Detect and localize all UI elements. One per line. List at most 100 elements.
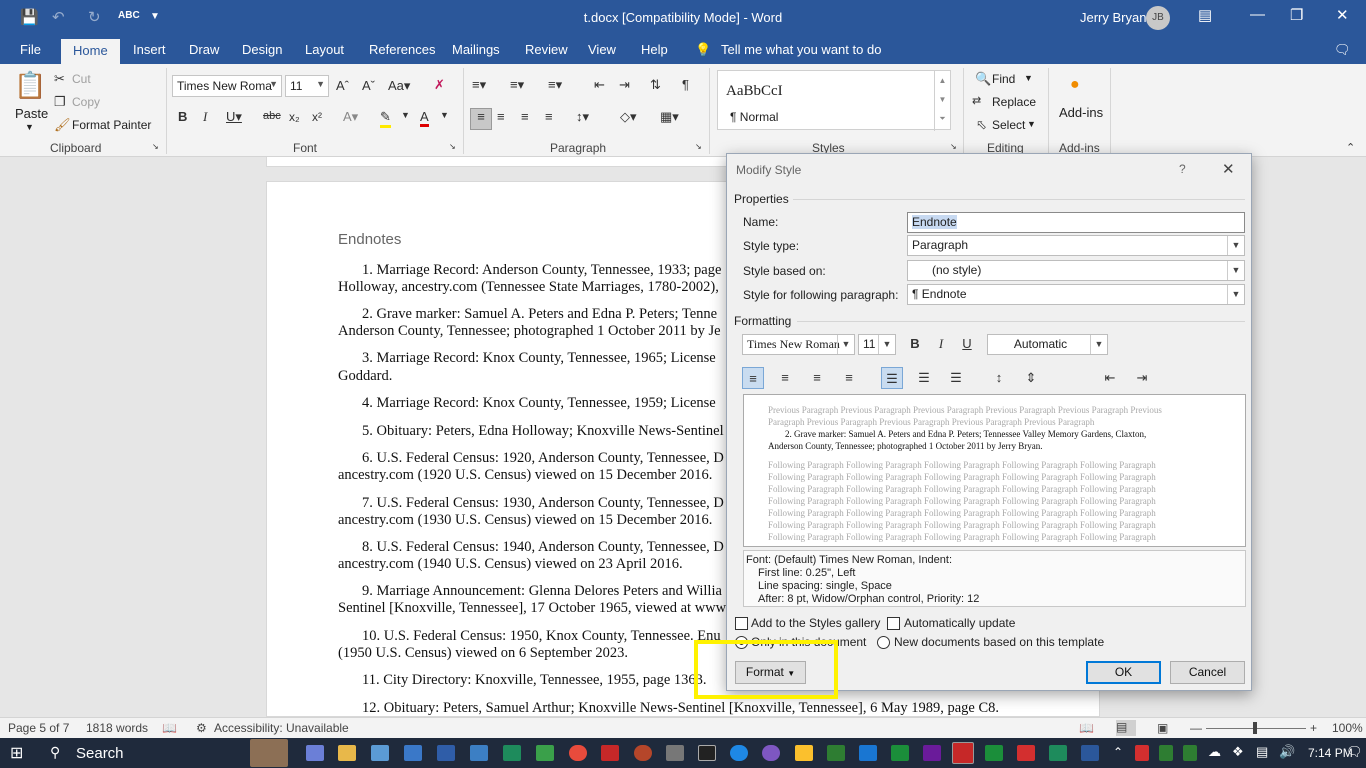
taskbar-app-icon[interactable] (404, 745, 422, 761)
tab-review[interactable]: Review (525, 42, 568, 57)
style-sample[interactable]: AaBbCcI (726, 83, 783, 100)
tab-references[interactable]: References (369, 42, 435, 57)
visual-studio-icon[interactable] (923, 745, 941, 761)
add-to-gallery-label[interactable]: Add to the Styles gallery (751, 616, 880, 630)
highlight-icon[interactable]: ✎ (380, 109, 391, 128)
print-layout-icon[interactable]: ▤ (1116, 720, 1136, 736)
font-name-combo[interactable]: Times New Roma ▼ (172, 75, 282, 97)
style-type-select[interactable]: Paragraph ▼ (907, 235, 1245, 256)
taskbar-app-icon[interactable] (666, 745, 684, 761)
align-right-icon[interactable]: ≡ (521, 109, 529, 124)
tray-icon[interactable] (1135, 745, 1149, 761)
grow-font-icon[interactable]: Aˆ (336, 78, 349, 93)
taskbar-app-icon[interactable] (470, 745, 488, 761)
name-field[interactable]: Endnote (907, 212, 1245, 233)
align-right-button[interactable]: ≡ (806, 367, 828, 389)
proofing-icon[interactable]: 📖 (162, 721, 177, 735)
paste-dropdown-icon[interactable]: ▼ (25, 122, 34, 132)
taskbar-app-icon[interactable] (795, 745, 813, 761)
font-color-dropdown-icon[interactable]: ▼ (440, 110, 449, 120)
copy-button[interactable]: Copy (72, 95, 100, 109)
word-count[interactable]: 1818 words (86, 721, 148, 735)
decrease-indent-icon[interactable]: ⇤ (594, 77, 605, 93)
taskbar-app-icon[interactable] (1017, 745, 1035, 761)
accessibility-status[interactable]: Accessibility: Unavailable (214, 721, 349, 735)
taskbar-app-icon[interactable] (952, 742, 974, 764)
search-icon[interactable]: ⚲ (50, 744, 60, 761)
user-name[interactable]: Jerry Bryan (1080, 10, 1146, 25)
taskbar-search[interactable]: Search (76, 745, 124, 762)
web-layout-icon[interactable]: ▣ (1157, 721, 1168, 735)
show-hidden-icons[interactable]: ⌃ (1113, 745, 1123, 759)
new-documents-radio[interactable] (877, 636, 890, 649)
ok-button[interactable]: OK (1086, 661, 1161, 684)
font-color-select[interactable]: Automatic ▼ (987, 334, 1108, 355)
font-color-icon[interactable]: A (420, 109, 429, 127)
windows-start-icon[interactable]: ⊞ (10, 743, 23, 763)
tab-draw[interactable]: Draw (189, 42, 219, 57)
cut-button[interactable]: Cut (72, 72, 91, 86)
notepad-icon[interactable] (371, 745, 389, 761)
bold-icon[interactable]: B (178, 109, 187, 124)
underline-button[interactable]: U (956, 333, 978, 355)
single-spacing-button[interactable]: ☰ (881, 367, 903, 389)
minimize-icon[interactable]: — (1250, 6, 1265, 23)
multilevel-list-icon[interactable]: ≡▾ (548, 77, 562, 93)
auto-update-label[interactable]: Automatically update (904, 616, 1015, 630)
sort-icon[interactable]: ⇅ (650, 77, 661, 93)
tab-home[interactable]: Home (61, 39, 120, 64)
following-paragraph-select[interactable]: ¶ Endnote ▼ (907, 284, 1245, 305)
underline-icon[interactable]: U▾ (226, 109, 242, 125)
paste-button[interactable]: Paste (15, 106, 48, 121)
clear-formatting-icon[interactable]: ✗ (434, 77, 445, 93)
terminal-icon[interactable] (698, 745, 716, 761)
tab-help[interactable]: Help (641, 42, 668, 57)
shading-icon[interactable]: ◇▾ (620, 109, 637, 125)
select-button[interactable]: Select (992, 118, 1025, 132)
find-button[interactable]: Find (992, 72, 1015, 86)
tab-file[interactable]: File (20, 42, 41, 57)
network-icon[interactable]: ▤ (1256, 744, 1268, 760)
cloud-icon[interactable]: ☁ (1208, 744, 1221, 760)
font-size-combo[interactable]: 11 ▼ (285, 75, 329, 97)
show-marks-icon[interactable]: ¶ (682, 77, 689, 92)
avatar[interactable]: JB (1146, 6, 1170, 30)
new-documents-label[interactable]: New documents based on this template (894, 635, 1104, 649)
tab-insert[interactable]: Insert (133, 42, 166, 57)
based-on-select[interactable]: (no style) ▼ (907, 260, 1245, 281)
taskbar-app-icon[interactable] (859, 745, 877, 761)
taskbar-app-icon[interactable] (503, 745, 521, 761)
close-icon[interactable]: ✕ (1336, 6, 1349, 24)
select-dropdown-icon[interactable]: ▼ (1027, 119, 1036, 129)
clipboard-launcher-icon[interactable]: ↘ (152, 142, 159, 151)
subscript-icon[interactable]: x₂ (289, 110, 300, 124)
taskbar-app-icon[interactable] (1049, 745, 1067, 761)
zoom-out-icon[interactable]: — (1190, 721, 1202, 735)
superscript-icon[interactable]: x² (312, 110, 322, 124)
borders-icon[interactable]: ▦▾ (660, 109, 679, 125)
comments-icon[interactable]: 🗨 (1334, 42, 1351, 58)
decrease-paragraph-spacing-button[interactable]: ⇕ (1020, 367, 1042, 389)
help-button[interactable]: ? (1179, 162, 1186, 176)
notifications-icon[interactable]: 🗨 (1346, 744, 1363, 760)
paragraph-launcher-icon[interactable]: ↘ (695, 142, 702, 151)
change-case-icon[interactable]: Aa▾ (388, 78, 410, 94)
taskbar-app-icon[interactable] (827, 745, 845, 761)
decrease-indent-button[interactable]: ⇤ (1099, 367, 1121, 389)
tray-icon[interactable] (1159, 745, 1173, 761)
double-spacing-button[interactable]: ☰ (945, 367, 967, 389)
collapse-ribbon-icon[interactable]: ⌃ (1346, 141, 1355, 154)
taskbar-app-icon[interactable] (634, 745, 652, 761)
bullets-icon[interactable]: ≡▾ (472, 77, 486, 93)
align-center-button[interactable]: ≡ (774, 367, 796, 389)
zoom-slider-thumb[interactable] (1253, 722, 1257, 734)
add-to-gallery-checkbox[interactable] (735, 617, 748, 630)
highlight-dropdown-icon[interactable]: ▼ (401, 110, 410, 120)
format-painter-button[interactable]: Format Painter (72, 118, 151, 132)
auto-update-checkbox[interactable] (887, 617, 900, 630)
justify-button[interactable]: ≡ (838, 367, 860, 389)
text-effects-icon[interactable]: A▾ (343, 109, 358, 125)
font-launcher-icon[interactable]: ↘ (449, 142, 456, 151)
word-icon[interactable] (1081, 745, 1099, 761)
tab-design[interactable]: Design (242, 42, 282, 57)
